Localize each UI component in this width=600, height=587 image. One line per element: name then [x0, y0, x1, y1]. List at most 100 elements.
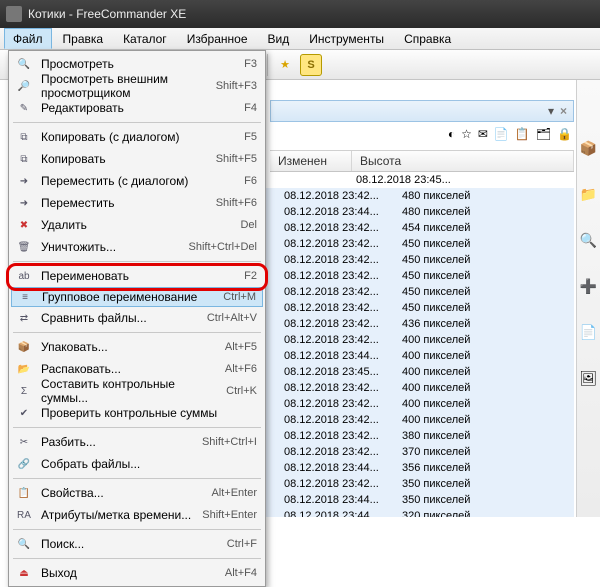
side-tool-5[interactable]: 🖼	[580, 370, 598, 388]
menu-item-shortcut: Shift+Ctrl+Del	[189, 241, 257, 253]
file-modified: 08.12.2018 23:44...	[280, 494, 398, 506]
pane-tool-6[interactable]: 🔒	[557, 127, 572, 141]
pane-tool-0[interactable]: ◐	[448, 127, 455, 141]
col-height[interactable]: Высота	[352, 151, 574, 171]
menu-item[interactable]: ✖УдалитьDel	[11, 214, 263, 236]
file-modified: 08.12.2018 23:42...	[280, 286, 398, 298]
file-height: 480 пикселей	[398, 190, 498, 202]
menu-item-label: Удалить	[41, 218, 232, 232]
menu-item-shortcut: F6	[244, 175, 257, 187]
menu-item[interactable]: ⧉КопироватьShift+F5	[11, 148, 263, 170]
menu-item-shortcut: F4	[244, 102, 257, 114]
star-icon[interactable]: ★	[274, 54, 296, 76]
menu-правка[interactable]: Правка	[54, 28, 113, 49]
menu-item[interactable]: RAАтрибуты/метка времени...Shift+Enter	[11, 504, 263, 526]
menu-item[interactable]: ➜Переместить (с диалогом)F6	[11, 170, 263, 192]
menubar: ФайлПравкаКаталогИзбранноеВидИнструменты…	[0, 28, 600, 50]
file-height: 450 пикселей	[398, 238, 498, 250]
file-height: 380 пикселей	[398, 430, 498, 442]
menu-item-shortcut: Shift+Enter	[202, 509, 257, 521]
menu-файл[interactable]: Файл	[4, 28, 52, 49]
menu-item[interactable]: 🔎Просмотреть внешним просмотрщикомShift+…	[11, 75, 263, 97]
menu-каталог[interactable]: Каталог	[114, 28, 176, 49]
pane-header: ▾ ×	[270, 100, 574, 122]
menu-item-icon: ≡	[16, 289, 34, 305]
menu-item-shortcut: F3	[244, 58, 257, 70]
pane-tool-1[interactable]: ☆	[461, 127, 472, 141]
file-height: 436 пикселей	[398, 318, 498, 330]
menu-item[interactable]: ⧉Копировать (с диалогом)F5	[11, 126, 263, 148]
menu-item[interactable]: ⇄Сравнить файлы...Ctrl+Alt+V	[11, 307, 263, 329]
file-modified: 08.12.2018 23:44...	[280, 510, 398, 517]
menu-item-label: Переместить	[41, 196, 208, 210]
menu-избранное[interactable]: Избранное	[178, 28, 257, 49]
pane-dropdown-icon[interactable]: ▾	[548, 104, 554, 118]
menu-item[interactable]: ✔Проверить контрольные суммы	[11, 402, 263, 424]
menu-item[interactable]: ✎РедактироватьF4	[11, 97, 263, 119]
file-modified: 08.12.2018 23:42...	[280, 398, 398, 410]
menu-item-label: Составить контрольные суммы...	[41, 377, 218, 405]
close-icon[interactable]: ×	[560, 104, 567, 118]
file-height: 454 пикселей	[398, 222, 498, 234]
file-modified: 08.12.2018 23:42...	[280, 302, 398, 314]
menu-item[interactable]: ⏏ВыходAlt+F4	[11, 562, 263, 584]
file-height: 370 пикселей	[398, 446, 498, 458]
menu-item[interactable]: 📋Свойства...Alt+Enter	[11, 482, 263, 504]
menu-item-label: Упаковать...	[41, 340, 217, 354]
menu-item-shortcut: Ctrl+Alt+V	[207, 312, 257, 324]
menu-item[interactable]: abПереименоватьF2	[11, 265, 263, 287]
col-modified[interactable]: Изменен	[270, 151, 352, 171]
menu-item-shortcut: Shift+F6	[216, 197, 257, 209]
menu-item[interactable]: ΣСоставить контрольные суммы...Ctrl+K	[11, 380, 263, 402]
file-modified: 08.12.2018 23:42...	[280, 222, 398, 234]
side-tool-3[interactable]: ➕	[580, 278, 598, 296]
file-modified: 08.12.2018 23:42...	[280, 382, 398, 394]
file-height: 400 пикселей	[398, 366, 498, 378]
menu-item-label: Атрибуты/метка времени...	[41, 508, 194, 522]
menu-item[interactable]: 🔗Собрать файлы...	[11, 453, 263, 475]
menu-item-shortcut: Shift+F3	[216, 80, 257, 92]
s-button[interactable]: S	[300, 54, 322, 76]
menu-item-label: Копировать	[41, 152, 208, 166]
file-modified: 08.12.2018 23:42...	[280, 238, 398, 250]
menu-item[interactable]: ➜ Переместить Shift+F6	[11, 192, 263, 214]
menu-item[interactable]: 📦Упаковать...Alt+F5	[11, 336, 263, 358]
file-height: 350 пикселей	[398, 478, 498, 490]
side-tool-2[interactable]: 🔍	[580, 232, 598, 250]
column-headers: Изменен Высота	[270, 150, 574, 172]
menu-item-icon: Σ	[15, 383, 33, 399]
side-tool-0[interactable]: 📦	[580, 140, 598, 158]
menu-item-label: Просмотреть	[41, 57, 236, 71]
menu-separator	[13, 558, 261, 559]
menu-справка[interactable]: Справка	[395, 28, 460, 49]
menu-item-icon: ➜	[15, 195, 33, 211]
file-height: 450 пикселей	[398, 302, 498, 314]
menu-item-icon: 🔍	[15, 56, 33, 72]
menu-item-label: Переместить (с диалогом)	[41, 174, 236, 188]
menu-item-label: Групповое переименование	[42, 290, 215, 304]
file-modified: 08.12.2018 23:42...	[280, 318, 398, 330]
menu-item[interactable]: 🗑Уничтожить...Shift+Ctrl+Del	[11, 236, 263, 258]
pane-tool-3[interactable]: 📄	[494, 127, 509, 141]
menu-item-label: Распаковать...	[41, 362, 217, 376]
pane-tool-5[interactable]: 🗂	[536, 127, 551, 141]
side-tool-1[interactable]: 📁	[580, 186, 598, 204]
file-modified: 08.12.2018 23:42...	[280, 414, 398, 426]
file-modified: 08.12.2018 23:42...	[280, 478, 398, 490]
menu-item[interactable]: ✂Разбить...Shift+Ctrl+I	[11, 431, 263, 453]
menu-вид[interactable]: Вид	[259, 28, 299, 49]
menu-item[interactable]: ≡Групповое переименованиеCtrl+M	[11, 287, 263, 307]
pane-tool-2[interactable]: ✉	[478, 127, 488, 141]
pane-tool-4[interactable]: 📋	[515, 127, 530, 141]
side-tool-4[interactable]: 📄	[580, 324, 598, 342]
menu-item[interactable]: 🔍Поиск...Ctrl+F	[11, 533, 263, 555]
menu-item-icon: ✎	[15, 100, 33, 116]
file-height: 450 пикселей	[398, 254, 498, 266]
menu-item-shortcut: F2	[244, 270, 257, 282]
menu-item-icon: ⏏	[15, 565, 33, 581]
menu-инструменты[interactable]: Инструменты	[300, 28, 393, 49]
menu-item-icon: ⇄	[15, 310, 33, 326]
file-height: 320 пикселей	[398, 510, 498, 517]
file-height: 480 пикселей	[398, 206, 498, 218]
menu-item-label: Уничтожить...	[41, 240, 181, 254]
